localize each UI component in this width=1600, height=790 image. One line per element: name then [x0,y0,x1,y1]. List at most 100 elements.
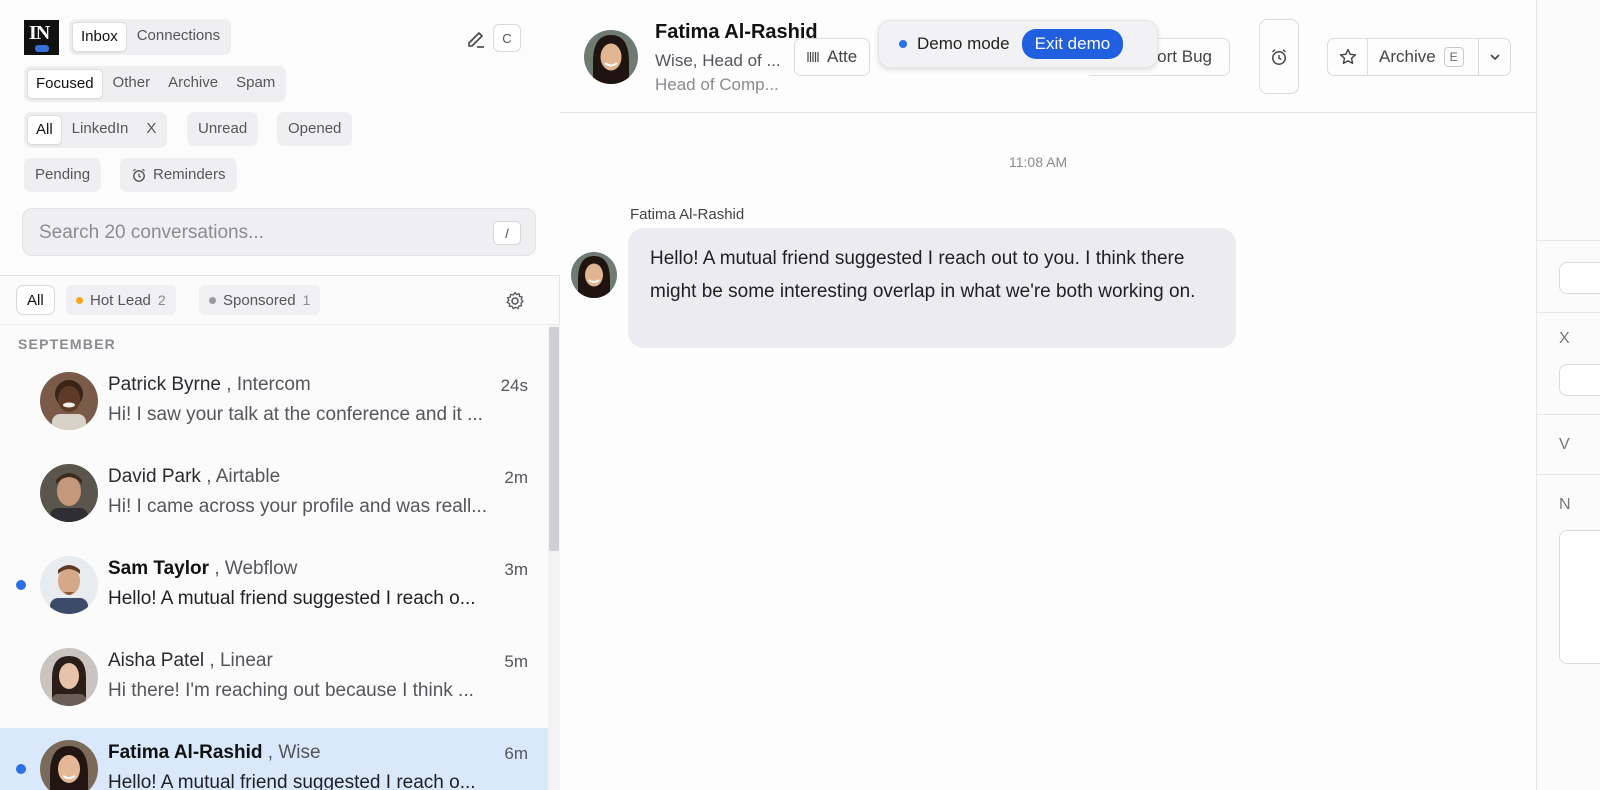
conversation-preview: Hi! I saw your talk at the conference an… [108,404,483,425]
contact-name-heading[interactable]: Fatima Al-Rashid [655,21,818,44]
avatar [40,556,98,614]
set-reminder-button[interactable] [1259,19,1299,94]
filter-unread[interactable]: Unread [187,112,259,146]
tab-spam[interactable]: Spam [228,69,283,99]
filter-opened-label: Opened [288,120,342,137]
tag-sponsored[interactable]: Sponsored 1 [199,285,321,315]
conversation-sidebar: IN Inbox Connections C Focused Other Arc… [0,0,560,790]
message-avatar [571,252,617,298]
conversation-time: 6m [504,744,528,763]
filter-unread-label: Unread [198,120,248,137]
archive-button[interactable]: Archive [1379,47,1436,67]
conversation-item[interactable]: Fatima Al-Rashid , Wise 6m Hello! A mutu… [0,728,548,790]
contact-name: Aisha Patel , Linear [108,650,273,672]
contact-avatar[interactable] [584,30,638,84]
app-root: IN Inbox Connections C Focused Other Arc… [0,0,1600,790]
tag-sponsored-count: 1 [302,292,311,308]
filter-reminders[interactable]: Reminders [120,158,237,192]
avatar [40,648,98,706]
conversation-preview: Hello! A mutual friend suggested I reach… [108,588,476,609]
tag-hot-lead-label: Hot Lead [90,291,151,309]
filter-pending-label: Pending [35,166,91,183]
tab-linkedin[interactable]: LinkedIn [64,115,137,145]
tag-hot-lead[interactable]: Hot Lead 2 [66,285,176,315]
panel-divider [1537,474,1600,475]
panel-divider [1537,240,1600,241]
contact-name: Sam Taylor , Webflow [108,558,297,580]
tab-all-channels[interactable]: All [27,115,62,145]
conversation-item[interactable]: Patrick Byrne , Intercom 24s Hi! I saw y… [0,360,548,452]
alarm-clock-icon [133,168,145,182]
contact-name-text: Aisha Patel [108,650,205,671]
conversation-preview: Hello! A mutual friend suggested I reach… [108,772,476,790]
conversation-list: Patrick Byrne , Intercom 24s Hi! I saw y… [0,360,548,790]
demo-mode-label: Demo mode [917,34,1010,53]
filter-reminders-label: Reminders [153,166,226,183]
demo-status-dot [899,40,907,48]
contact-name-text: Fatima Al-Rashid [108,742,263,763]
tag-all-label: All [27,291,44,309]
channel-tabs: All LinkedIn X [24,112,168,148]
exit-demo-button[interactable]: Exit demo [1021,29,1124,59]
contact-name-text: Sam Taylor [108,558,210,579]
avatar [40,464,98,522]
tag-filter-row: All Hot Lead 2 Sponsored 1 [0,277,560,325]
scrollbar-thumb[interactable] [549,327,559,551]
attach-button-label: Atte [827,47,858,66]
contact-company: , Airtable [206,466,281,487]
sponsored-dot-icon [209,296,216,304]
tab-other[interactable]: Other [105,69,159,99]
conversation-item[interactable]: David Park , Airtable 2m Hi! I came acro… [0,452,548,544]
tab-focused[interactable]: Focused [27,69,103,99]
contact-name: Fatima Al-Rashid , Wise [108,742,321,764]
contact-title: Head of Comp... [655,75,779,94]
tab-x[interactable]: X [138,115,164,145]
compose-icon[interactable] [464,26,488,50]
conversation-item[interactable]: Aisha Patel , Linear 5m Hi there! I'm re… [0,636,548,728]
tag-settings-gear-icon[interactable] [503,289,527,313]
attach-button[interactable]: Atte [794,38,871,76]
notes-field[interactable] [1559,530,1600,664]
unread-indicator [16,764,26,774]
filter-pending[interactable]: Pending [24,158,102,192]
compose-shortcut-key: C [493,24,521,52]
search-bar: / [22,208,536,256]
tab-inbox[interactable]: Inbox [72,22,127,52]
logo-text: IN [29,22,50,44]
panel-label-n: N [1559,496,1571,513]
star-icon[interactable] [1328,39,1368,75]
hot-lead-dot-icon [76,296,83,304]
conversation-time: 3m [504,560,528,579]
folder-tabs: Focused Other Archive Spam [24,66,287,102]
tag-all[interactable]: All [16,285,55,315]
panel-field[interactable] [1559,262,1600,294]
tag-sponsored-label: Sponsored [223,291,296,309]
tag-hot-lead-count: 2 [157,292,166,308]
avatar [40,740,98,790]
contact-name: David Park , Airtable [108,466,280,488]
panel-field[interactable] [1559,364,1600,396]
panel-divider [1537,414,1600,415]
filter-opened[interactable]: Opened [277,112,353,146]
archive-shortcut-key: E [1443,47,1464,67]
avatar [40,372,98,430]
app-logo: IN [24,20,59,55]
contact-company: , Intercom [226,374,311,395]
tab-connections[interactable]: Connections [129,22,228,52]
panel-label-x: X [1559,330,1570,347]
panel-label-v: V [1559,436,1570,453]
unread-indicator [16,580,26,590]
barcode-icon [807,52,819,62]
contact-headline: Wise, Head of ... [655,51,781,70]
conversation-list-scrollbar[interactable] [548,325,560,790]
search-input[interactable] [39,221,479,245]
conversation-time: 24s [500,376,528,395]
tab-archive[interactable]: Archive [160,69,226,99]
thread-pane: Fatima Al-Rashid Wise, Head of ... Head … [560,0,1548,790]
conversation-preview: Hi there! I'm reaching out because I thi… [108,680,474,701]
contact-company: , Webflow [214,558,298,579]
conversation-item[interactable]: Sam Taylor , Webflow 3m Hello! A mutual … [0,544,548,636]
inbox-connections-switch: Inbox Connections [69,19,232,55]
message-sender: Fatima Al-Rashid [630,206,745,223]
chevron-down-icon[interactable] [1478,39,1510,75]
